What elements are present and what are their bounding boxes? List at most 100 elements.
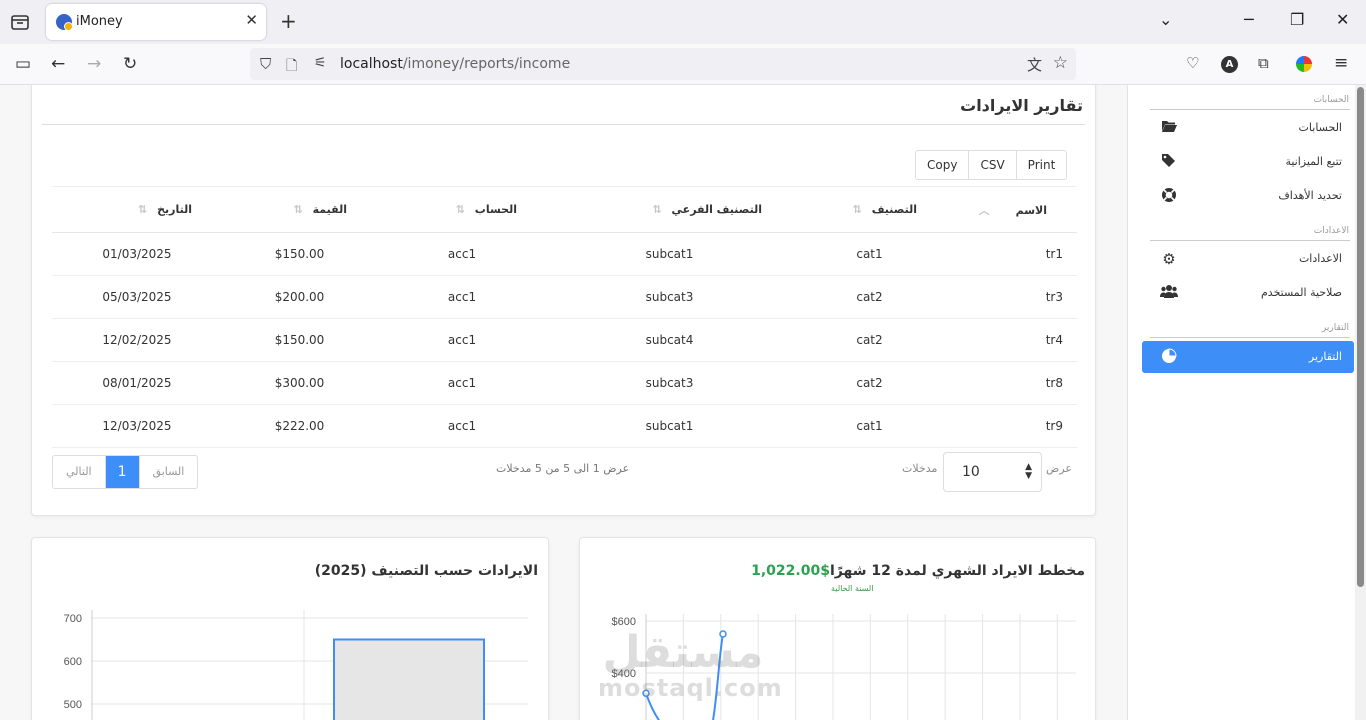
column-label: القيمة: [312, 203, 347, 216]
column-header-subcategory[interactable]: التصنيف الفرعي ⇅: [547, 186, 792, 233]
menu-icon[interactable]: ≡: [1334, 53, 1348, 73]
prev-page-button[interactable]: السابق: [140, 456, 198, 488]
cell-value: $150.00: [222, 232, 377, 276]
new-tab-icon[interactable]: +: [280, 9, 297, 33]
sidebar-item-permissions[interactable]: صلاحية المستخدم: [1142, 277, 1354, 309]
column-header-category[interactable]: التصنيف ⇅: [792, 186, 947, 233]
table-header-row: الاسم︿ التصنيف⇅ التصنيف الفرعي⇅ الحساب⇅ …: [52, 186, 1077, 233]
life-ring-icon: [1160, 187, 1178, 205]
cell-category: cat1: [792, 404, 947, 448]
cell-value: $150.00: [222, 318, 377, 362]
sidebar-item-label: الحسابات: [1298, 121, 1342, 134]
page-title: تقارير الايرادات: [960, 96, 1083, 115]
cell-name: tr4: [947, 318, 1077, 362]
column-label: التصنيف الفرعي: [671, 203, 762, 216]
cell-subcategory: subcat3: [547, 361, 792, 405]
table-info: عرض 1 الى 5 من 5 مدخلات: [496, 462, 630, 475]
divider: [1150, 240, 1350, 241]
table-row: tr4 cat2 subcat4 acc1 $150.00 12/02/2025: [52, 318, 1077, 362]
category-bar-chart: 700 600 500: [64, 610, 528, 720]
cell-name: tr3: [947, 275, 1077, 319]
tags-icon: [1160, 153, 1178, 171]
page-scrollbar[interactable]: [1355, 85, 1366, 720]
watermark-arabic: مستقل: [602, 627, 764, 678]
sort-asc-icon: ︿: [978, 203, 990, 217]
shield-icon[interactable]: ⛉: [260, 55, 271, 73]
sidebar-toggle-icon[interactable]: ▭: [15, 54, 31, 74]
cell-account: acc1: [377, 404, 547, 448]
browser-nav-bar: ▭ ← → ↻ ⛉ 🗋 ⚟ localhost/imoney/reports/i…: [0, 44, 1366, 85]
page-info-icon[interactable]: 🗋: [286, 55, 297, 79]
cell-date: 12/02/2025: [52, 318, 222, 362]
sidebar-section-accounts: الحسابات: [1313, 95, 1349, 105]
column-header-name[interactable]: الاسم ︿: [947, 186, 1077, 233]
cell-name: tr1: [947, 232, 1077, 276]
page-viewport: الحسابات الحسابات تتبع الميزانية تحديد ا…: [0, 85, 1366, 720]
close-window-icon[interactable]: ✕: [1336, 10, 1349, 29]
restore-icon[interactable]: ❐: [1290, 10, 1304, 29]
cell-category: cat2: [792, 275, 947, 319]
select-arrows-icon: ▲ ▼: [1025, 462, 1032, 481]
mostaql-watermark: مستقل mostaql.com: [598, 627, 783, 702]
column-label: الحساب: [474, 203, 517, 216]
watermark-latin: mostaql.com: [598, 674, 783, 702]
sidebar-section-settings: الاعدادات: [1313, 226, 1349, 236]
copy-button[interactable]: Copy: [916, 151, 970, 179]
divider: [42, 124, 1085, 125]
bookmark-star-icon[interactable]: ☆: [1053, 53, 1068, 73]
cell-date: 12/03/2025: [52, 404, 222, 448]
column-header-date[interactable]: التاريخ ⇅: [52, 186, 222, 233]
next-page-button[interactable]: التالي: [53, 456, 106, 488]
browser-tab-bar: iMoney ✕ + ⌄ ─ ❐ ✕: [0, 0, 1366, 44]
back-icon[interactable]: ←: [51, 54, 65, 74]
sidebar-item-reports[interactable]: التقارير: [1142, 341, 1354, 373]
chevron-down-icon[interactable]: ⌄: [1159, 10, 1172, 29]
account-icon[interactable]: A: [1221, 56, 1238, 73]
permissions-icon[interactable]: ⚟: [314, 55, 327, 71]
column-label: التصنيف: [871, 203, 917, 216]
close-tab-icon[interactable]: ✕: [245, 11, 258, 29]
reload-icon[interactable]: ↻: [123, 54, 137, 74]
sidebar-item-label: التقارير: [1308, 350, 1342, 363]
column-label: الاسم: [1015, 203, 1047, 217]
forward-icon[interactable]: →: [87, 54, 101, 74]
table-row: tr1 cat1 subcat1 acc1 $150.00 01/03/2025: [52, 232, 1077, 276]
scrollbar-thumb[interactable]: [1357, 87, 1364, 587]
pagination: التالي 1 السابق: [52, 455, 199, 489]
page-1-button[interactable]: 1: [105, 456, 140, 488]
table-row: tr3 cat2 subcat3 acc1 $200.00 05/03/2025: [52, 275, 1077, 319]
sort-icon: ⇅: [137, 203, 148, 216]
cell-category: cat2: [792, 318, 947, 362]
browser-tab[interactable]: iMoney ✕: [46, 4, 266, 40]
column-header-account[interactable]: الحساب ⇅: [377, 186, 547, 233]
sidebar: الحسابات الحسابات تتبع الميزانية تحديد ا…: [1127, 85, 1355, 720]
cell-account: acc1: [377, 275, 547, 319]
sidebar-item-settings[interactable]: ⚙ الاعدادات: [1142, 243, 1354, 275]
sidebar-item-budget[interactable]: تتبع الميزانية: [1142, 146, 1354, 178]
csv-button[interactable]: CSV: [969, 151, 1017, 179]
color-extension-icon[interactable]: [1296, 56, 1312, 72]
address-bar[interactable]: ⛉ 🗋 ⚟ localhost/imoney/reports/income 文 …: [250, 48, 1076, 80]
print-button[interactable]: Print: [1016, 151, 1067, 179]
url-host: localhost: [340, 56, 403, 72]
cell-date: 05/03/2025: [52, 275, 222, 319]
divider: [1150, 109, 1350, 110]
sidebar-item-accounts[interactable]: الحسابات: [1142, 112, 1354, 144]
translate-icon[interactable]: 文: [1027, 54, 1042, 75]
sidebar-item-goals[interactable]: تحديد الأهداف: [1142, 180, 1354, 212]
table-row: tr9 cat1 subcat1 acc1 $222.00 12/03/2025: [52, 404, 1077, 448]
cell-value: $300.00: [222, 361, 377, 405]
cell-subcategory: subcat3: [547, 275, 792, 319]
cell-account: acc1: [377, 232, 547, 276]
cell-value: $200.00: [222, 275, 377, 319]
column-header-value[interactable]: القيمة ⇅: [222, 186, 377, 233]
imoney-favicon: [56, 14, 73, 31]
tab-list-icon[interactable]: [10, 12, 30, 32]
y-tick-label: 600: [64, 656, 82, 668]
pocket-icon[interactable]: ♡: [1186, 54, 1199, 72]
extensions-icon[interactable]: ⧉: [1258, 54, 1269, 72]
minimize-icon[interactable]: ─: [1244, 10, 1254, 29]
url-text[interactable]: localhost/imoney/reports/income: [340, 56, 570, 72]
page-length-select[interactable]: 10 ▲ ▼: [943, 452, 1042, 492]
sidebar-section-reports: التقارير: [1321, 323, 1349, 333]
